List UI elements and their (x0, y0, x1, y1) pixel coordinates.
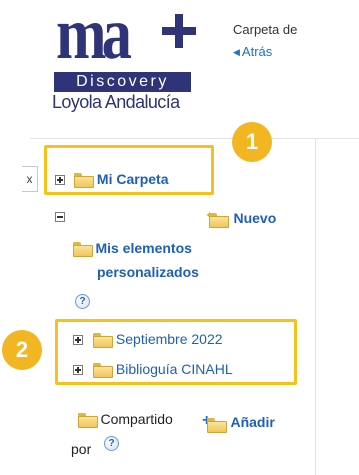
expand-icon[interactable] (73, 364, 83, 375)
annotation-badge-1: 1 (232, 122, 272, 162)
folder-of-label: Carpeta de (233, 22, 298, 37)
folder-icon (93, 363, 114, 379)
shared-by-row: por (71, 441, 91, 459)
tree-item-subfolder[interactable]: Bibliоguía CINAHL (73, 361, 233, 379)
expand-icon[interactable] (55, 174, 65, 185)
new-folder-icon: ✦ (205, 210, 229, 229)
subfolder-link[interactable]: Bibliоguía CINAHL (116, 361, 233, 377)
back-link-label: Atrás (241, 44, 273, 59)
folder-icon (93, 333, 114, 349)
new-folder-button[interactable]: ✦ Nuevo (205, 210, 276, 229)
logo-plus-icon (162, 14, 196, 48)
panel-divider (315, 139, 316, 475)
add-folder-icon: + (202, 412, 227, 433)
collapse-icon[interactable] (55, 211, 65, 222)
logo-mark-text: ma (56, 0, 132, 75)
header-divider (30, 138, 359, 139)
add-shared-label[interactable]: Añadir (230, 414, 274, 430)
folder-icon (73, 242, 93, 258)
help-icon[interactable]: ? (104, 436, 119, 451)
back-triangle-icon: ◀ (233, 47, 240, 57)
collapse-toggle[interactable] (55, 208, 65, 226)
custom-items-help[interactable]: ? (75, 291, 90, 309)
custom-items-link-line2[interactable]: personalizados (97, 264, 199, 280)
shared-help[interactable]: ? (104, 433, 119, 451)
mi-carpeta-link[interactable]: Mi Carpeta (97, 171, 169, 187)
tree-item-mi-carpeta[interactable]: Mi Carpeta (55, 171, 168, 189)
logo-band: Discovery (54, 72, 191, 92)
new-folder-label[interactable]: Nuevo (233, 210, 276, 226)
folder-icon (74, 173, 95, 189)
logo-subtitle: Loyola Andalucía (52, 92, 180, 112)
help-icon[interactable]: ? (75, 294, 90, 309)
shared-folder-item: Compartido (78, 411, 173, 429)
add-shared-button[interactable]: + Añadir (202, 412, 275, 433)
custom-items-link-line1[interactable]: Mis elementos (95, 240, 191, 256)
expand-icon[interactable] (73, 334, 83, 345)
shared-by-label: por (71, 441, 92, 457)
annotation-badge-2: 2 (2, 330, 42, 370)
custom-items-line2-row[interactable]: personalizados (97, 264, 199, 282)
logo-mark: ma (56, 0, 196, 76)
shared-label: Compartido (100, 411, 173, 427)
close-panel-button[interactable]: x (22, 166, 38, 192)
discovery-logo: ma Discovery Loyola Andalucía (50, 0, 196, 120)
tree-item-custom-items[interactable]: Mis elementos (73, 240, 192, 258)
subfolder-link[interactable]: Septiembre 2022 (116, 331, 223, 347)
back-link[interactable]: ◀ Atrás (233, 44, 272, 59)
folder-icon (78, 413, 98, 429)
tree-item-subfolder[interactable]: Septiembre 2022 (73, 331, 223, 349)
